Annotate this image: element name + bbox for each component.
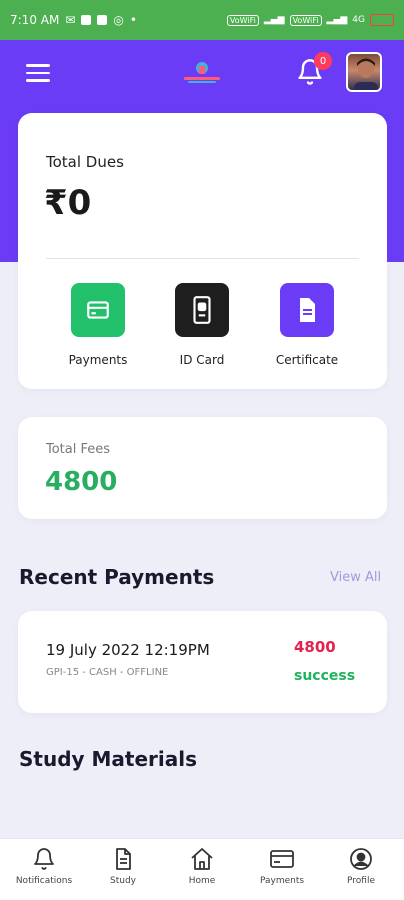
payments-action-label: Payments [68, 353, 128, 367]
nav-item-profile[interactable]: Profile [321, 847, 401, 886]
more-dot-icon: • [129, 13, 137, 27]
total-dues-label: Total Dues [46, 153, 124, 171]
certificate-action[interactable]: Certificate [257, 283, 357, 367]
app-logo [180, 60, 224, 86]
status-time: 7:10 AM [10, 13, 60, 27]
study-materials-title: Study Materials [19, 747, 198, 771]
credit-card-icon [71, 283, 125, 337]
view-all-link[interactable]: View All [330, 570, 381, 585]
wifi-calling-label: VoWiFi [289, 14, 322, 26]
nav-item-payments[interactable]: Payments [242, 847, 322, 886]
nav-item-notifications[interactable]: Notifications [4, 847, 84, 886]
payment-list-item[interactable]: 19 July 2022 12:19PM GPI-15 - CASH - OFF… [18, 611, 387, 713]
status-bar: 7:10 AM ✉ ◎ • VoWiFi ▂▄▆ VoWiFi ▂▄▆ 4G [0, 0, 404, 40]
signal-icon: ▂▄▆ [263, 15, 285, 25]
divider [46, 258, 359, 259]
payment-meta: GPI-15 - CASH - OFFLINE [46, 667, 169, 678]
menu-icon[interactable] [26, 64, 50, 82]
recent-payments-title: Recent Payments [19, 565, 215, 589]
payment-amount: 4800 [294, 638, 336, 656]
profile-avatar[interactable] [346, 52, 382, 92]
id-card-action-label: ID Card [179, 353, 225, 367]
nav-label: Notifications [15, 876, 73, 886]
payment-date: 19 July 2022 12:19PM [46, 641, 210, 659]
nav-label: Home [188, 876, 216, 886]
nav-item-home[interactable]: Home [162, 847, 242, 886]
home-icon [191, 848, 213, 870]
total-fees-label: Total Fees [46, 442, 111, 457]
document-icon [280, 283, 334, 337]
bottom-navigation: Notifications Study Home Payments Profil… [0, 838, 404, 900]
app-notification-icon [97, 15, 108, 25]
notification-count-badge: 0 [314, 52, 332, 70]
id-card-icon [175, 283, 229, 337]
app-notification-icon [81, 15, 92, 25]
certificate-action-label: Certificate [275, 353, 339, 367]
total-fees-value: 4800 [45, 467, 118, 497]
wifi-calling-label: VoWiFi [226, 14, 259, 26]
payment-status: success [294, 668, 356, 684]
instagram-icon: ◎ [113, 13, 124, 27]
payments-action[interactable]: Payments [48, 283, 148, 367]
credit-card-icon [270, 850, 294, 868]
total-fees-card: Total Fees 4800 [18, 417, 387, 519]
nav-item-study[interactable]: Study [83, 847, 163, 886]
nav-label: Study [110, 876, 136, 886]
nav-label: Payments [259, 876, 305, 886]
nav-label: Profile [347, 876, 375, 886]
signal-icon: ▂▄▆ [326, 15, 348, 25]
profile-icon [350, 848, 372, 870]
bell-icon [34, 848, 54, 870]
gmail-icon: ✉ [65, 13, 76, 27]
network-type-label: 4G [352, 15, 365, 25]
total-dues-card: Total Dues ₹0 Payments ID Card Certifica… [18, 113, 387, 389]
battery-icon [370, 14, 394, 26]
document-icon [116, 848, 131, 870]
id-card-action[interactable]: ID Card [152, 283, 252, 367]
total-dues-value: ₹0 [44, 183, 92, 223]
